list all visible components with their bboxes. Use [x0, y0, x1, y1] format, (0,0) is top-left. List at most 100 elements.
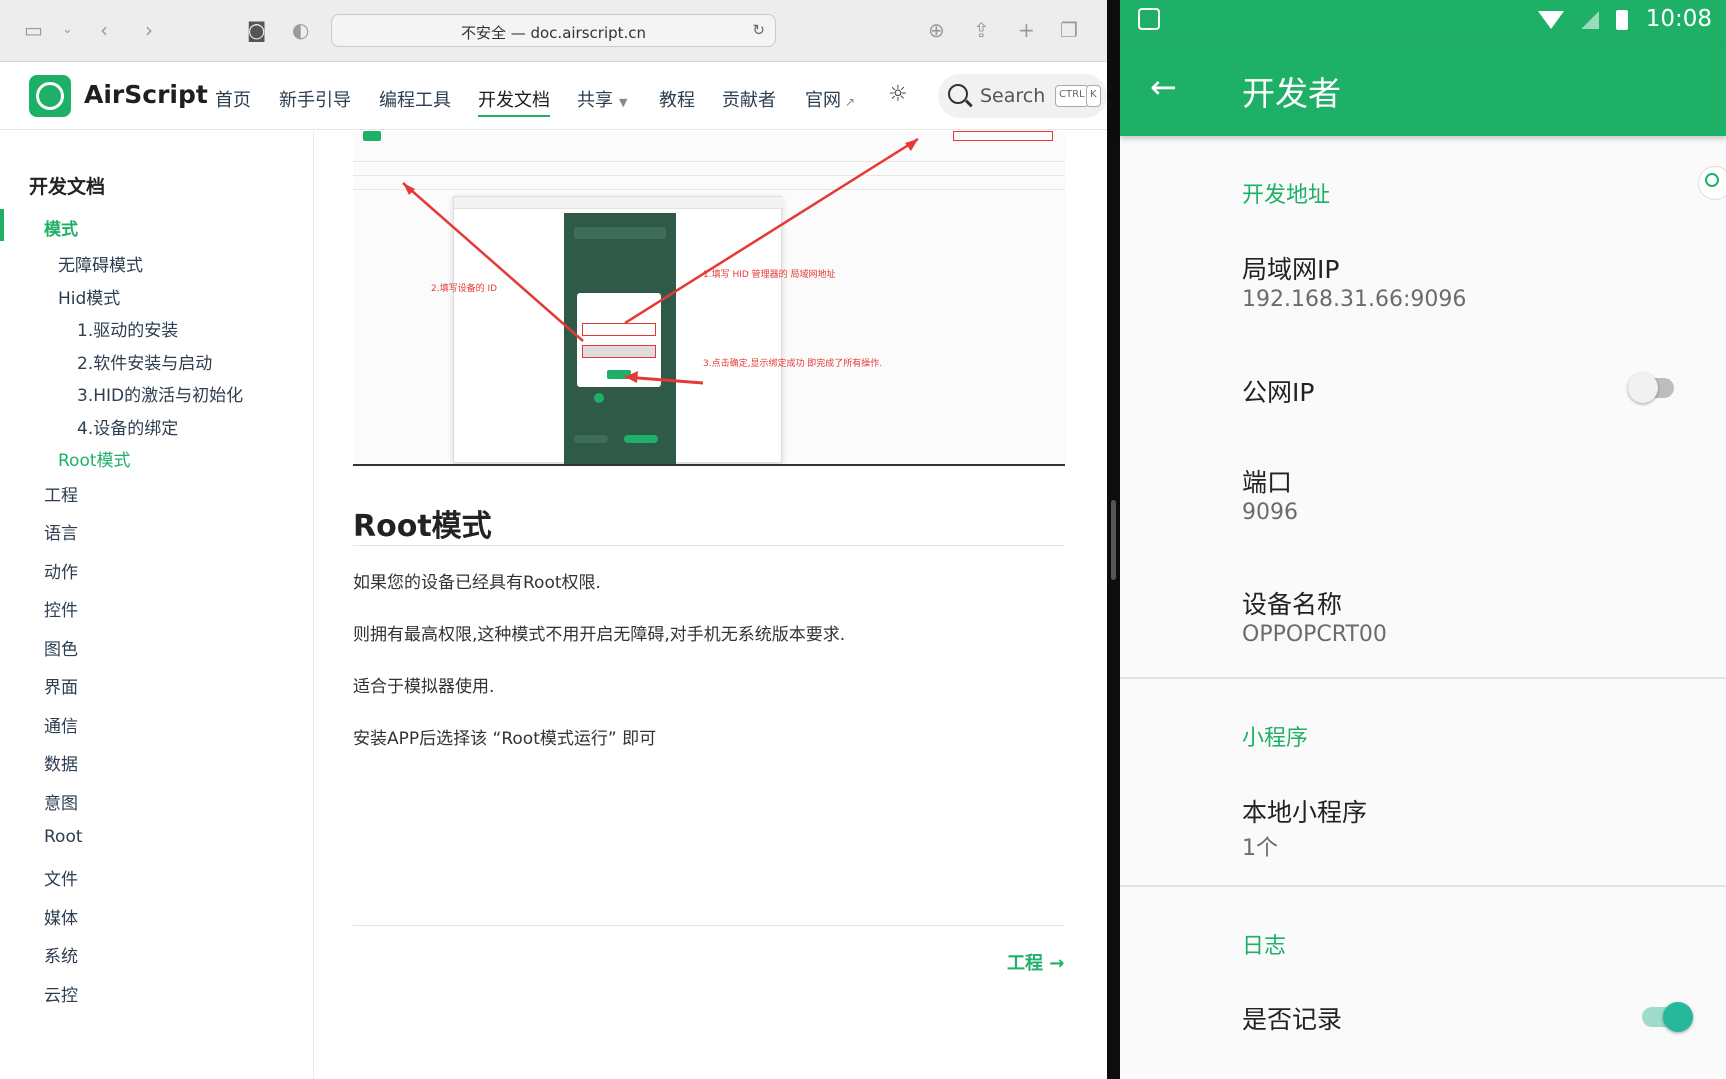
status-bar: 10:08 — [1120, 0, 1726, 42]
shield-icon[interactable]: ◐ — [292, 18, 309, 42]
next-page-link[interactable]: 工程 → — [1007, 949, 1064, 975]
sidebar-item-hid-init[interactable]: 3.HID的激活与初始化 — [77, 381, 243, 406]
app-cube-icon — [1138, 8, 1160, 30]
sidebar-item-root-mode[interactable]: Root模式 — [58, 446, 131, 471]
sidebar-item-widget[interactable]: 控件 — [44, 596, 78, 621]
sidebar-item-cloud[interactable]: 云控 — [44, 981, 78, 1006]
airscript-logo[interactable] — [29, 75, 71, 117]
download-icon[interactable]: ⊕ — [928, 18, 945, 42]
pref-summary: 192.168.31.66:9096 — [1242, 287, 1467, 312]
browser-window: ▭ ⌄ ‹ › ◙ ◐ 不安全 — doc.airscript.cn ↻ ⊕ ⇪… — [0, 0, 1107, 1079]
section-header-log: 日志 — [1242, 934, 1287, 959]
nav-docs[interactable]: 开发文档 — [478, 86, 550, 117]
back-arrow-icon[interactable]: ← — [1150, 70, 1177, 104]
app-title: 开发者 — [1242, 74, 1341, 113]
switch-thumb — [1663, 1002, 1693, 1032]
no-signal-icon — [1581, 10, 1600, 29]
pref-title: 端口 — [1242, 468, 1293, 497]
external-link-icon: ↗ — [845, 95, 856, 109]
search-button[interactable]: Search CTRL K — [938, 74, 1107, 118]
screen: ▭ ⌄ ‹ › ◙ ◐ 不安全 — doc.airscript.cn ↻ ⊕ ⇪… — [0, 0, 1726, 1079]
section-heading-root-mode: Root模式 — [353, 509, 492, 544]
android-app: 10:08 ← 开发者 开发地址 局域网IP 192.168.31.66:909… — [1120, 0, 1726, 1079]
forward-arrow-icon[interactable]: › — [145, 18, 153, 42]
sidebar-item-system[interactable]: 系统 — [44, 942, 78, 967]
docs-sidebar: 开发文档 模式 无障碍模式 Hid模式 1.驱动的安装 2.软件安装与启动 3.… — [0, 131, 314, 1079]
nav-tools[interactable]: 编程工具 — [379, 86, 451, 112]
sidebar-item-driver[interactable]: 1.驱动的安装 — [77, 316, 178, 341]
sidebar-title: 开发文档 — [29, 176, 106, 198]
status-time: 10:08 — [1645, 6, 1712, 32]
brand-name[interactable]: AirScript — [84, 80, 208, 109]
theme-toggle-sun-icon[interactable]: ☼ — [888, 82, 908, 107]
figure-annotation-1: 1.填写 HID 管理器的 局域网地址 — [703, 270, 836, 280]
browser-toolbar: ▭ ⌄ ‹ › ◙ ◐ 不安全 — doc.airscript.cn ↻ ⊕ ⇪… — [0, 0, 1107, 62]
paragraph-1: 如果您的设备已经具有Root权限. — [353, 573, 601, 593]
sidebar-item-ui[interactable]: 界面 — [44, 673, 78, 698]
arrow-id — [402, 182, 584, 342]
sidebar-item-media[interactable]: 媒体 — [44, 904, 78, 929]
floating-airscript-icon[interactable] — [1698, 166, 1726, 200]
back-arrow-icon[interactable]: ‹ — [100, 18, 108, 42]
app-bar: ← 开发者 — [1120, 42, 1726, 136]
sidebar-item-bind[interactable]: 4.设备的绑定 — [77, 414, 178, 439]
site-header: AirScript 首页 新手引导 编程工具 开发文档 共享 ▼ 教程 贡献者 官… — [0, 62, 1107, 130]
sidebar-item-file[interactable]: 文件 — [44, 865, 78, 890]
tab-overview-icon[interactable]: ❐ — [1060, 18, 1078, 42]
split-divider[interactable] — [1107, 0, 1120, 1079]
section-header-miniapp: 小程序 — [1242, 726, 1309, 751]
address-text: 不安全 — doc.airscript.cn — [460, 24, 647, 42]
heading-divider — [353, 545, 1065, 546]
kbd-ctrl: CTRL — [1055, 85, 1089, 107]
nav-tutorial[interactable]: 教程 — [659, 86, 695, 112]
section-divider — [1120, 677, 1726, 679]
sidebar-item-language[interactable]: 语言 — [44, 519, 78, 544]
sidebar-toggle-icon[interactable]: ▭ — [24, 18, 43, 42]
sidebar-item-action[interactable]: 动作 — [44, 558, 78, 583]
nav-official-site[interactable]: 官网 ↗ — [805, 86, 855, 112]
split-handle[interactable] — [1111, 500, 1116, 580]
address-bar[interactable]: 不安全 — doc.airscript.cn ↻ — [331, 14, 776, 47]
sidebar-item-root[interactable]: Root — [44, 827, 83, 847]
active-indicator — [0, 209, 4, 241]
sidebar-item-project[interactable]: 工程 — [44, 481, 78, 506]
pref-summary: 1个 — [1242, 836, 1278, 861]
pref-title: 局域网IP — [1242, 255, 1340, 284]
reload-icon[interactable]: ↻ — [752, 21, 765, 39]
sidebar-item-hid[interactable]: Hid模式 — [58, 284, 120, 309]
paragraph-4: 安装APP后选择该 “Root模式运行” 即可 — [353, 729, 657, 749]
chevron-down-icon[interactable]: ⌄ — [62, 18, 73, 42]
nav-contributors[interactable]: 贡献者 — [722, 86, 776, 112]
share-icon[interactable]: ⇪ — [973, 18, 990, 42]
new-tab-icon[interactable]: + — [1018, 18, 1035, 42]
figure-arrows — [402, 137, 919, 385]
pref-title: 本地小程序 — [1242, 798, 1368, 827]
section-header-dev-address: 开发地址 — [1242, 183, 1331, 208]
pref-title: 设备名称 — [1242, 590, 1343, 619]
sidebar-item-accessibility[interactable]: 无障碍模式 — [58, 251, 143, 276]
sidebar-item-data[interactable]: 数据 — [44, 750, 78, 775]
pref-title: 公网IP — [1242, 378, 1315, 407]
nav-home[interactable]: 首页 — [215, 86, 251, 112]
arrow-ip — [624, 137, 919, 325]
search-icon — [948, 84, 968, 104]
nav-guide[interactable]: 新手引导 — [279, 86, 351, 112]
figure-annotation-3: 3.点击确定,显示绑定成功 即完成了所有操作. — [703, 359, 883, 369]
camera-extension-icon[interactable]: ◙ — [247, 18, 266, 42]
sidebar-item-intent[interactable]: 意图 — [44, 789, 78, 814]
sidebar-item-comm[interactable]: 通信 — [44, 712, 78, 737]
pref-summary: OPPOPCRT00 — [1242, 622, 1387, 647]
section-divider — [1120, 885, 1726, 887]
search-placeholder: Search — [980, 85, 1046, 107]
hid-binding-screenshot: 1.填写 HID 管理器的 局域网地址 2.填写设备的 ID 3.点击确定,显示… — [353, 131, 1065, 466]
doc-content: 1.填写 HID 管理器的 局域网地址 2.填写设备的 ID 3.点击确定,显示… — [315, 131, 1107, 1079]
pref-summary: 9096 — [1242, 500, 1298, 525]
paragraph-3: 适合于模拟器使用. — [353, 677, 495, 697]
footer-divider — [353, 925, 1065, 926]
sidebar-item-image-color[interactable]: 图色 — [44, 635, 78, 660]
pref-title: 是否记录 — [1242, 1005, 1343, 1034]
nav-share[interactable]: 共享 ▼ — [577, 86, 627, 112]
sidebar-item-install[interactable]: 2.软件安装与启动 — [77, 349, 212, 374]
sidebar-item-mode[interactable]: 模式 — [44, 215, 78, 240]
switch-thumb — [1628, 373, 1658, 403]
